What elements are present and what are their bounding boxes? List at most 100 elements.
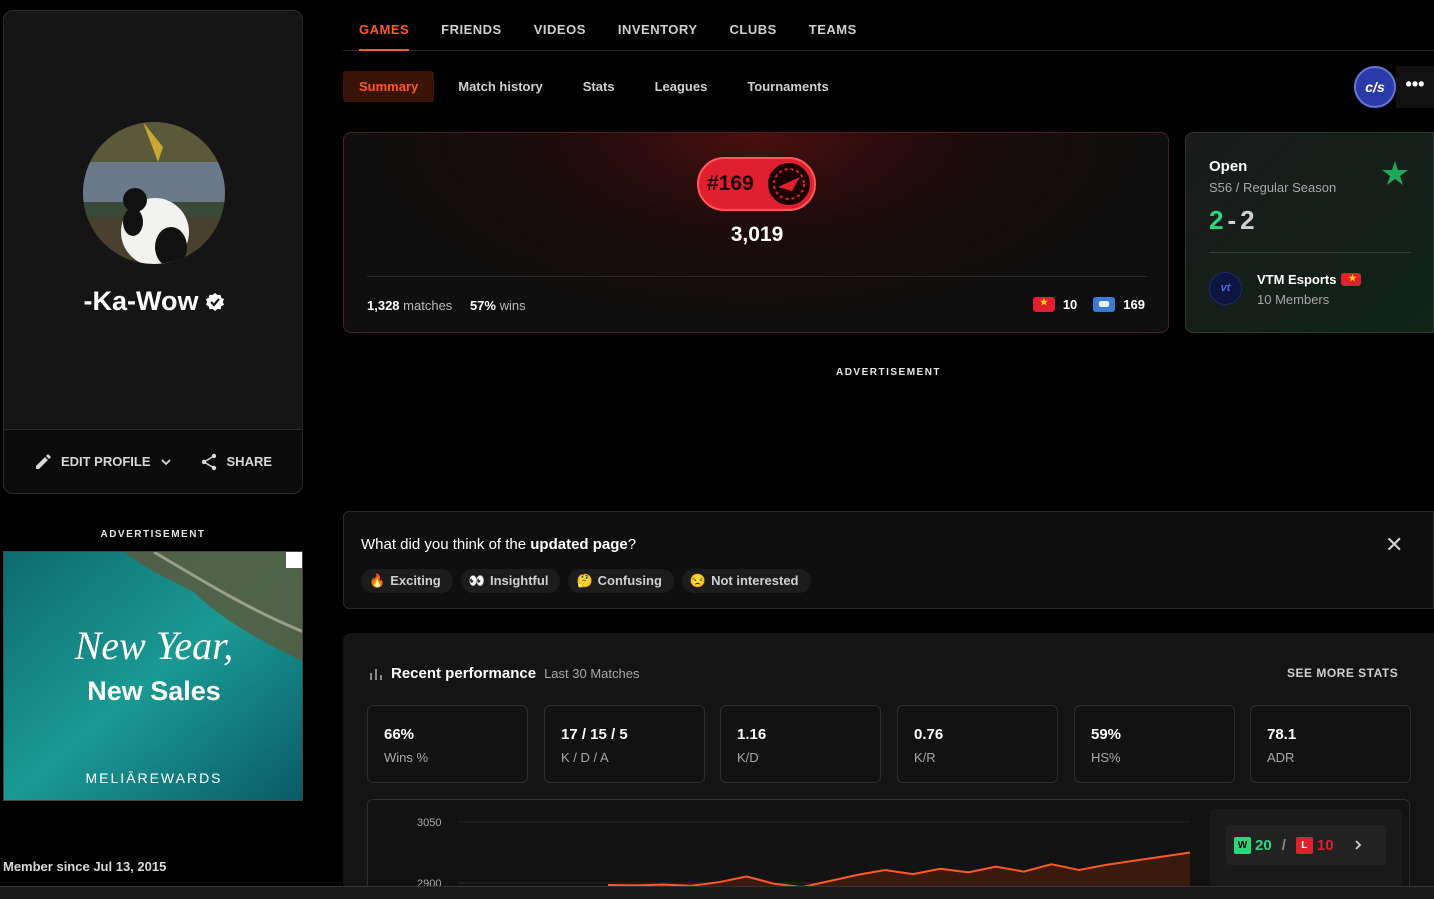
bar-chart-icon	[370, 668, 382, 680]
rank-badge: #169	[697, 157, 816, 211]
stat-value: 78.1	[1267, 726, 1297, 743]
league-score: 2-2	[1209, 205, 1255, 236]
ad-brand: MELIĀREWARDS	[85, 770, 223, 786]
fire-icon: 🔥	[369, 573, 386, 588]
performance-subtitle: Last 30 Matches	[544, 666, 640, 681]
rank-flags: 10 169	[1032, 297, 1145, 312]
stat-label: Wins %	[384, 750, 429, 765]
stat-card: 1.16 K/D	[720, 705, 881, 783]
stat-label: HS%	[1091, 750, 1121, 765]
feedback-confusing-button[interactable]: 🤔 Confusing	[568, 569, 674, 593]
question-suffix: ?	[627, 536, 637, 553]
ad-label-left: ADVERTISEMENT	[100, 529, 206, 540]
bottom-scrollbar[interactable]	[0, 886, 1434, 899]
feedback-options: 🔥 Exciting 👀 Insightful 🤔 Confusing 😒 Not in…	[361, 569, 811, 593]
feedback-option-label: Insightful	[489, 573, 549, 588]
chevron-right-icon	[1354, 840, 1361, 850]
vietnam-flag-icon	[1032, 297, 1055, 312]
tab-inventory[interactable]: INVENTORY	[618, 0, 698, 51]
elo-value: 3,019	[730, 223, 784, 246]
win-badge: W	[1234, 836, 1251, 854]
stat-value: 0.76	[914, 726, 944, 743]
league-star-icon	[1382, 161, 1408, 185]
win-loss-summary[interactable]: W 20 / L 10	[1226, 825, 1386, 865]
feedback-option-label: Confusing	[597, 573, 662, 588]
subtab-stats[interactable]: Stats	[567, 71, 631, 102]
share-button[interactable]: SHARE	[200, 453, 273, 471]
see-more-stats-link[interactable]: SEE MORE STATS	[1287, 666, 1398, 680]
rank-emblem-icon	[766, 161, 812, 207]
edit-profile-button[interactable]: EDIT PROFILE	[34, 453, 172, 471]
subtab-summary[interactable]: Summary	[343, 71, 435, 102]
game-selector-icon[interactable]: c/s	[1354, 66, 1396, 108]
recent-performance-panel: Recent performance Last 30 Matches SEE M…	[343, 633, 1434, 899]
elo-chart-svg: 30502900	[417, 817, 1191, 898]
rank-position: #169	[707, 172, 754, 195]
rank-stats: 1,328 matches 57% wins	[367, 298, 526, 313]
region-flag-icon	[1093, 297, 1116, 312]
avatar[interactable]	[83, 122, 225, 264]
stat-value: 17 / 15 / 5	[561, 726, 628, 743]
stat-value: 66%	[384, 726, 415, 743]
stat-card: 66% Wins %	[367, 705, 528, 783]
question-prefix: What did you think of the	[361, 536, 531, 553]
team-members: 10 Members	[1257, 292, 1330, 307]
score-separator: -	[1227, 205, 1237, 235]
stat-card: 0.76 K/R	[897, 705, 1058, 783]
tab-teams[interactable]: TEAMS	[809, 0, 857, 51]
league-title: Open	[1209, 158, 1248, 175]
edit-profile-label: EDIT PROFILE	[60, 454, 151, 469]
profile-name-row: -Ka-Wow	[4, 286, 304, 317]
feedback-not-interested-button[interactable]: 😒 Not interested	[681, 569, 811, 593]
stat-card: 78.1 ADR	[1250, 705, 1411, 783]
matches-label: matches	[403, 298, 453, 313]
ad-choices-icon[interactable]	[286, 552, 302, 568]
subtab-tournaments[interactable]: Tournaments	[731, 71, 844, 102]
profile-name: -Ka-Wow	[83, 286, 199, 316]
tab-videos[interactable]: VIDEOS	[534, 0, 586, 51]
divider	[367, 276, 1147, 277]
feedback-insightful-button[interactable]: 👀 Insightful	[460, 569, 561, 593]
wl-separator: /	[1281, 836, 1286, 854]
league-season: S56 / Regular Season	[1209, 180, 1337, 195]
feedback-panel: What did you think of the updated page? …	[343, 511, 1434, 609]
thinking-icon: 🤔	[576, 573, 593, 588]
close-icon[interactable]: ✕	[1385, 534, 1403, 556]
team-name[interactable]: VTM Esports	[1257, 272, 1336, 287]
loss-badge: L	[1295, 836, 1313, 854]
profile-card: -Ka-Wow	[3, 10, 303, 430]
stat-label: ADR	[1267, 750, 1295, 765]
divider	[1209, 252, 1411, 253]
team-name-row: VTM Esports	[1257, 272, 1362, 287]
losses-count: 10	[1316, 836, 1334, 854]
stat-value: 59%	[1091, 726, 1122, 743]
more-options-button[interactable]: •••	[1396, 66, 1434, 108]
unamused-icon: 😒	[689, 573, 707, 588]
ad-title-line2: New Sales	[87, 676, 221, 706]
tab-games[interactable]: GAMES	[359, 0, 410, 51]
stat-value: 1.16	[737, 726, 767, 743]
pencil-icon	[35, 453, 51, 469]
feedback-option-label: Not interested	[711, 573, 799, 588]
feedback-exciting-button[interactable]: 🔥 Exciting	[361, 569, 453, 593]
region-rank: 169	[1123, 297, 1145, 312]
stat-label: K / D / A	[561, 750, 609, 765]
league-card[interactable]: Open S56 / Regular Season 2-2 vt VTM Esp…	[1185, 132, 1434, 333]
subtab-leagues[interactable]: Leagues	[639, 71, 724, 102]
sub-nav: Summary Match history Stats Leagues Tour…	[343, 71, 853, 102]
share-icon	[201, 453, 216, 470]
tab-friends[interactable]: FRIENDS	[441, 0, 502, 51]
tab-clubs[interactable]: CLUBS	[729, 0, 776, 51]
subtab-match-history[interactable]: Match history	[442, 71, 559, 102]
country-rank: 10	[1062, 297, 1078, 312]
performance-title: Recent performance	[391, 665, 537, 682]
share-label: SHARE	[226, 454, 273, 469]
team-logo[interactable]: vt	[1209, 272, 1242, 305]
elo-chart: 3050 2900 W 20 / L 10	[367, 799, 1410, 899]
ad-banner[interactable]: New Year, New Sales MELIĀREWARDS	[3, 551, 303, 801]
profile-actions: EDIT PROFILE SHARE	[3, 430, 303, 494]
top-nav: GAMES FRIENDS VIDEOS INVENTORY CLUBS TEA…	[343, 0, 1434, 51]
chart-tick-label: 3050	[417, 817, 441, 829]
league-wins: 2	[1209, 205, 1224, 235]
stat-label: K/R	[914, 750, 936, 765]
